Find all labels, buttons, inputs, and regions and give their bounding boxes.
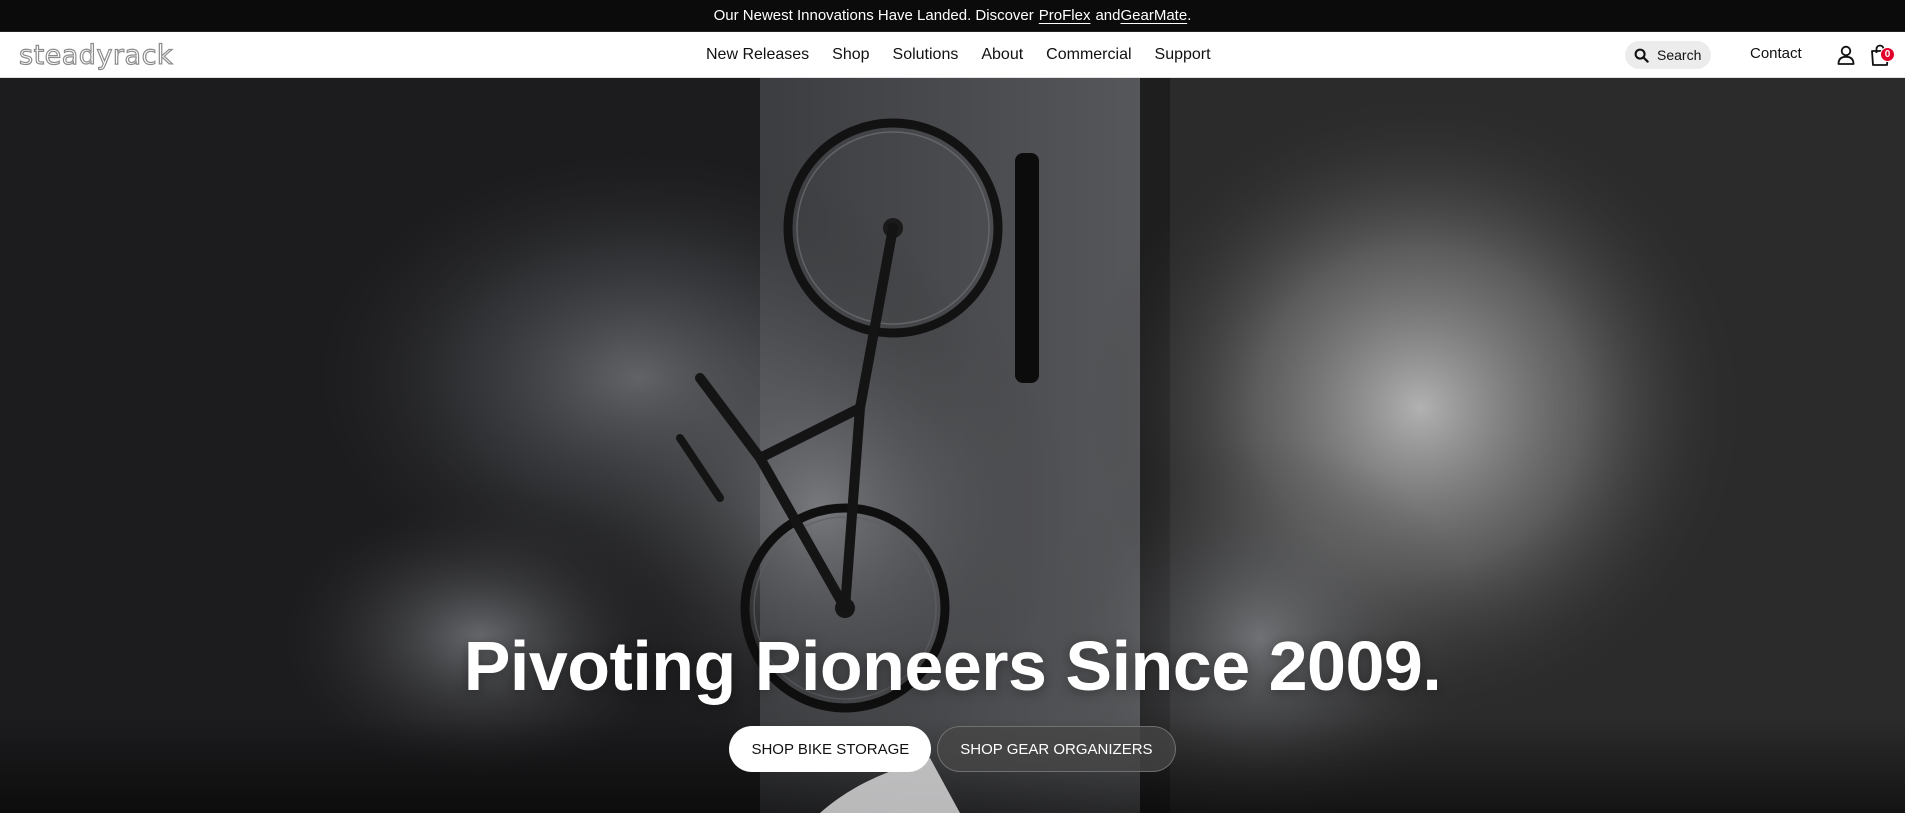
account-icon[interactable] (1836, 44, 1856, 66)
announcement-suffix: . (1187, 7, 1192, 24)
hero-banner: Pivoting Pioneers Since 2009. SHOP BIKE … (0, 78, 1905, 813)
nav-about[interactable]: About (981, 46, 1023, 64)
main-nav: New Releases Shop Solutions About Commer… (706, 32, 1211, 78)
cart-count-badge: 0 (1880, 47, 1895, 62)
logo-text: steadyrack (18, 39, 174, 71)
hero-title: Pivoting Pioneers Since 2009. (463, 627, 1442, 705)
logo[interactable]: steadyrack (18, 38, 174, 72)
nav-solutions[interactable]: Solutions (893, 46, 959, 64)
shop-bike-storage-button[interactable]: SHOP BIKE STORAGE (729, 726, 932, 772)
hero-cta-group: SHOP BIKE STORAGE SHOP GEAR ORGANIZERS (0, 726, 1905, 772)
search-label: Search (1657, 47, 1702, 63)
nav-new-releases[interactable]: New Releases (706, 46, 809, 64)
shop-gear-organizers-button[interactable]: SHOP GEAR ORGANIZERS (937, 726, 1176, 772)
announcement-bar: Our Newest Innovations Have Landed. Disc… (0, 0, 1905, 32)
gearmate-link[interactable]: GearMate (1121, 7, 1188, 24)
nav-shop[interactable]: Shop (832, 46, 869, 64)
contact-link[interactable]: Contact (1750, 45, 1802, 62)
search-icon (1634, 48, 1649, 63)
proflex-link[interactable]: ProFlex (1039, 7, 1091, 24)
nav-support[interactable]: Support (1155, 46, 1211, 64)
announcement-joiner: and (1095, 7, 1121, 24)
announcement-text: Our Newest Innovations Have Landed. Disc… (713, 7, 1034, 24)
site-header: steadyrack New Releases Shop Solutions A… (0, 32, 1905, 78)
nav-commercial[interactable]: Commercial (1046, 46, 1131, 64)
search-button[interactable]: Search (1625, 41, 1711, 69)
